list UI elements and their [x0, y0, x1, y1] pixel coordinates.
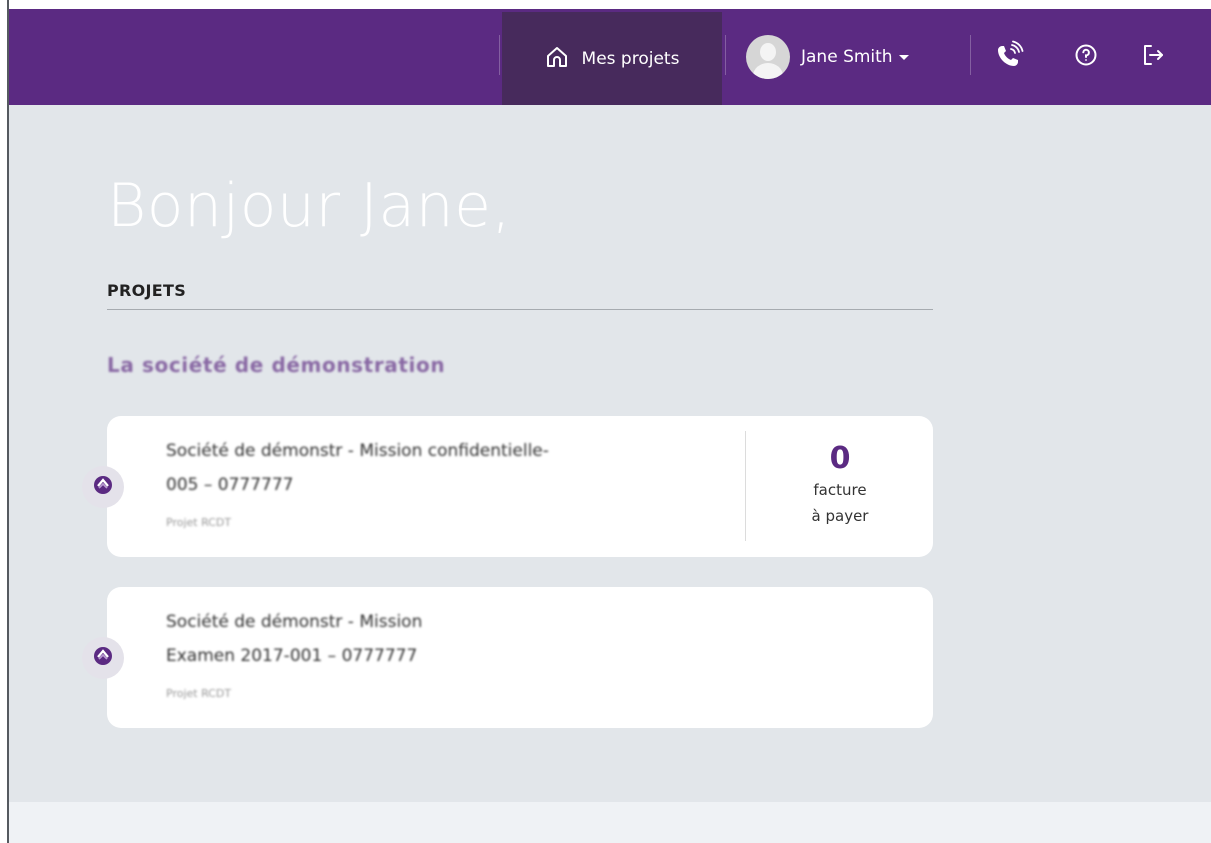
- invoice-label-line2: à payer: [811, 507, 869, 525]
- section-divider: [107, 309, 933, 310]
- window-frame-top: [0, 0, 1211, 9]
- project-indicator: [82, 465, 124, 508]
- home-icon: [545, 45, 569, 73]
- project-title: Société de démonstr - Mission confidenti…: [166, 441, 549, 495]
- projects-section-title: PROJETS: [107, 281, 187, 300]
- project-title: Société de démonstr - Mission Examen 201…: [166, 612, 423, 666]
- invoice-summary: 0 facture à payer: [747, 441, 933, 529]
- invoice-count: 0: [829, 441, 851, 476]
- help-button[interactable]: [1070, 41, 1102, 73]
- project-logo-icon: [93, 475, 113, 499]
- nav-separator: [499, 35, 500, 75]
- phone-icon: [994, 40, 1024, 74]
- main-content: Bonjour Jane, PROJETS La société de démo…: [9, 105, 1211, 802]
- nav-my-projects-label: Mes projets: [581, 48, 680, 69]
- project-logo-icon: [93, 646, 113, 670]
- project-card[interactable]: Société de démonstr - Mission confidenti…: [82, 416, 933, 557]
- card-divider: [745, 431, 746, 541]
- project-card[interactable]: Société de démonstr - Mission Examen 201…: [82, 587, 933, 728]
- footer-band: [9, 802, 1211, 843]
- phone-button[interactable]: [993, 40, 1025, 74]
- logout-icon: [1141, 43, 1165, 71]
- user-name: Jane Smith: [801, 47, 909, 67]
- logout-button[interactable]: [1137, 41, 1169, 73]
- user-menu[interactable]: Jane Smith: [746, 9, 909, 105]
- chevron-down-icon: [898, 54, 909, 60]
- help-icon: [1074, 43, 1098, 71]
- avatar: [746, 35, 790, 79]
- window-frame-left: [0, 0, 9, 843]
- greeting-heading: Bonjour Jane,: [107, 171, 512, 241]
- invoice-label-line1: facture: [813, 481, 867, 499]
- top-navigation-bar: Mes projets Jane Smith: [9, 9, 1211, 105]
- project-subtitle: Projet RCDT: [166, 516, 232, 529]
- company-name: La société de démonstration: [107, 353, 446, 377]
- project-subtitle: Projet RCDT: [166, 687, 232, 700]
- nav-separator: [970, 35, 971, 75]
- project-indicator: [82, 636, 124, 679]
- nav-separator: [725, 35, 726, 75]
- nav-my-projects[interactable]: Mes projets: [502, 12, 722, 105]
